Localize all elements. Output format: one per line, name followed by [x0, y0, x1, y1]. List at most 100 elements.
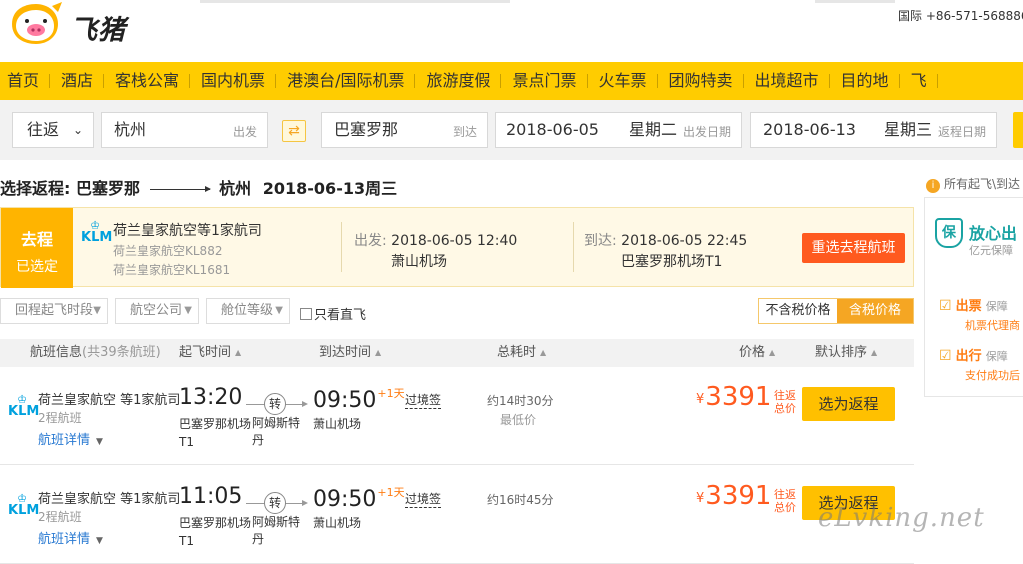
- brand-logo[interactable]: 飞猪: [2, 0, 132, 50]
- outbound-summary: 去程 已选定 ♔ KLM 荷兰皇家航空等1家航司 荷兰皇家航空KL882 荷兰皇家…: [0, 207, 914, 288]
- return-date-input[interactable]: 2018-06-13 星期三 返程日期: [750, 112, 997, 148]
- flight-detail-label: 航班详情: [38, 532, 91, 547]
- nav-item-outbound-market[interactable]: 出境超市: [744, 62, 830, 100]
- direct-only-checkbox[interactable]: 只看直飞: [300, 304, 366, 323]
- title-from: 巴塞罗那: [75, 179, 140, 198]
- check-icon: ☑: [939, 298, 952, 314]
- nav-item-destination[interactable]: 目的地: [830, 62, 900, 100]
- flight-detail-link[interactable]: 航班详情 ▼: [38, 528, 103, 547]
- swap-cities-icon[interactable]: ⇄: [282, 120, 306, 142]
- currency: ¥: [696, 392, 705, 407]
- guarantee-item-title: 出行: [955, 349, 982, 364]
- from-city-value: 杭州: [114, 120, 147, 139]
- nav-item-domestic-flights[interactable]: 国内机票: [190, 62, 277, 100]
- divider: [341, 222, 342, 272]
- guarantee-item-travel: ☑ 出行 保障: [939, 345, 1008, 364]
- currency: ¥: [696, 491, 705, 506]
- to-city-value: 巴塞罗那: [334, 120, 399, 139]
- flight-legs: 2程航班: [38, 510, 82, 524]
- return-weekday: 星期三: [883, 120, 932, 139]
- price-note-2: 总价: [774, 402, 796, 415]
- transfer-city: 阿姆斯特丹: [252, 416, 301, 447]
- direct-only-label: 只看直飞: [314, 308, 367, 323]
- depart-label: 出发:: [354, 233, 387, 249]
- transit-visa-link[interactable]: 过境签: [405, 391, 442, 409]
- plus-day: +1天: [377, 486, 405, 499]
- col-flight-label: 航班信息: [30, 345, 83, 360]
- depart-weekday: 星期二: [628, 120, 677, 139]
- col-arrive-sort[interactable]: 到达时间 ▲: [319, 339, 381, 367]
- col-depart-sort[interactable]: 起飞时间 ▲: [179, 339, 241, 367]
- select-return-button[interactable]: 选为返程: [802, 387, 895, 421]
- klm-logo-icon: ♔ KLM: [8, 393, 40, 419]
- title-to: 杭州: [219, 179, 252, 198]
- nav-item-intl-flights[interactable]: 港澳台/国际机票: [276, 62, 416, 100]
- transit-visa-link[interactable]: 过境签: [405, 490, 442, 508]
- transfer-icon[interactable]: 转: [264, 393, 286, 415]
- to-city-input[interactable]: 巴塞罗那 到达: [321, 112, 488, 148]
- trip-type-select[interactable]: 往返 ⌄: [12, 112, 94, 148]
- search-bar: 往返 ⌄ 杭州 出发 巴塞罗那 到达 2018-06-05 星期二 出发日期 2…: [0, 100, 1023, 160]
- to-hint: 到达: [452, 125, 477, 139]
- trip-type-value: 往返: [27, 120, 60, 139]
- transfer-icon[interactable]: 转: [264, 492, 286, 514]
- price: ¥3391: [696, 481, 771, 511]
- checkbox-icon: [300, 308, 312, 320]
- arrive-airport: 萧山机场: [313, 417, 362, 431]
- flight-airline: 荷兰皇家航空 等1家航司: [38, 393, 181, 408]
- price-note: 往返 总价: [774, 389, 796, 415]
- reselect-outbound-button[interactable]: 重选去程航班: [802, 233, 905, 263]
- col-duration-sort[interactable]: 总耗时 ▲: [497, 339, 546, 367]
- caret-down-icon: ▼: [96, 437, 103, 447]
- return-time-filter-label: 回程起飞时段: [15, 303, 94, 318]
- klm-logo-icon: ♔ KLM: [81, 219, 113, 245]
- price-note: 往返 总价: [774, 488, 796, 514]
- depart-date-input[interactable]: 2018-06-05 星期二 出发日期: [495, 112, 742, 148]
- tax-included-option[interactable]: 含税价格: [837, 299, 913, 323]
- from-city-input[interactable]: 杭州 出发: [101, 112, 268, 148]
- outbound-arrive: 到达: 2018-06-05 22:45: [584, 230, 747, 250]
- flight-airline: 荷兰皇家航空 等1家航司: [38, 492, 181, 507]
- nav-item-train[interactable]: 火车票: [588, 62, 658, 100]
- arrive-time: 09:50+1天: [313, 484, 405, 512]
- arrow-right-icon: [149, 186, 211, 192]
- watermark: eLvking.net: [818, 503, 985, 533]
- col-price-sort[interactable]: 价格 ▲: [739, 339, 775, 367]
- nav-item-tickets[interactable]: 景点门票: [501, 62, 588, 100]
- flight-detail-link[interactable]: 航班详情 ▼: [38, 429, 103, 448]
- nav-item-home[interactable]: 首页: [0, 62, 51, 100]
- price: ¥3391: [696, 382, 771, 412]
- caret-down-icon: ▼: [96, 536, 103, 546]
- guarantee-item-ticket: ☑ 出票 保障: [939, 295, 1008, 314]
- outbound-arrive-airport: 巴塞罗那机场T1: [621, 254, 723, 270]
- cabin-filter[interactable]: 舱位等级 ▼: [206, 298, 290, 324]
- sort-icon: ▲: [871, 348, 878, 357]
- nav-item-hotel[interactable]: 酒店: [50, 62, 105, 100]
- arrive-time-value: 09:50: [313, 388, 377, 413]
- col-duration-label: 总耗时: [497, 345, 537, 360]
- airline-filter[interactable]: 航空公司 ▼: [115, 298, 199, 324]
- nav-item-vacation[interactable]: 旅游度假: [415, 62, 502, 100]
- nav-item-inn[interactable]: 客栈公寓: [104, 62, 191, 100]
- hotline-intl: +86-571-56888688: [925, 9, 1023, 23]
- col-flight-info: 航班信息(共39条航班): [30, 339, 161, 367]
- guarantee-item-sub: 支付成功后: [965, 369, 1020, 382]
- sort-icon: ▲: [540, 348, 547, 357]
- nav-item-more[interactable]: 飞: [900, 62, 938, 100]
- flight-count: (共39条航班): [82, 345, 161, 360]
- outbound-tag-status: 已选定: [16, 259, 58, 275]
- flight-row: ♔ KLM 荷兰皇家航空 等1家航司 2程航班 航班详情 ▼ 11:05 巴塞罗那机…: [0, 466, 914, 564]
- nav-item-group-deals[interactable]: 团购特卖: [658, 62, 744, 100]
- return-time-filter[interactable]: 回程起飞时段 ▼: [0, 298, 108, 324]
- search-button[interactable]: [1013, 112, 1023, 148]
- return-date-value: 2018-06-13: [763, 120, 856, 139]
- sort-icon: ▲: [769, 348, 776, 357]
- tax-excluded-option[interactable]: 不含税价格: [759, 299, 837, 323]
- price-value: 3391: [705, 382, 772, 412]
- flight-row: ♔ KLM 荷兰皇家航空 等1家航司 2程航班 航班详情 ▼ 13:20 巴塞罗那机…: [0, 367, 914, 465]
- outbound-airline: 荷兰皇家航空等1家航司: [113, 223, 262, 239]
- col-default-sort[interactable]: 默认排序 ▲: [815, 339, 877, 367]
- duration: 约16时45分: [487, 493, 554, 507]
- guarantee-sub: 亿元保障: [969, 244, 1013, 257]
- main-nav: 首页 酒店 客栈公寓 国内机票 港澳台/国际机票 旅游度假 景点门票 火车票 团…: [0, 62, 1023, 100]
